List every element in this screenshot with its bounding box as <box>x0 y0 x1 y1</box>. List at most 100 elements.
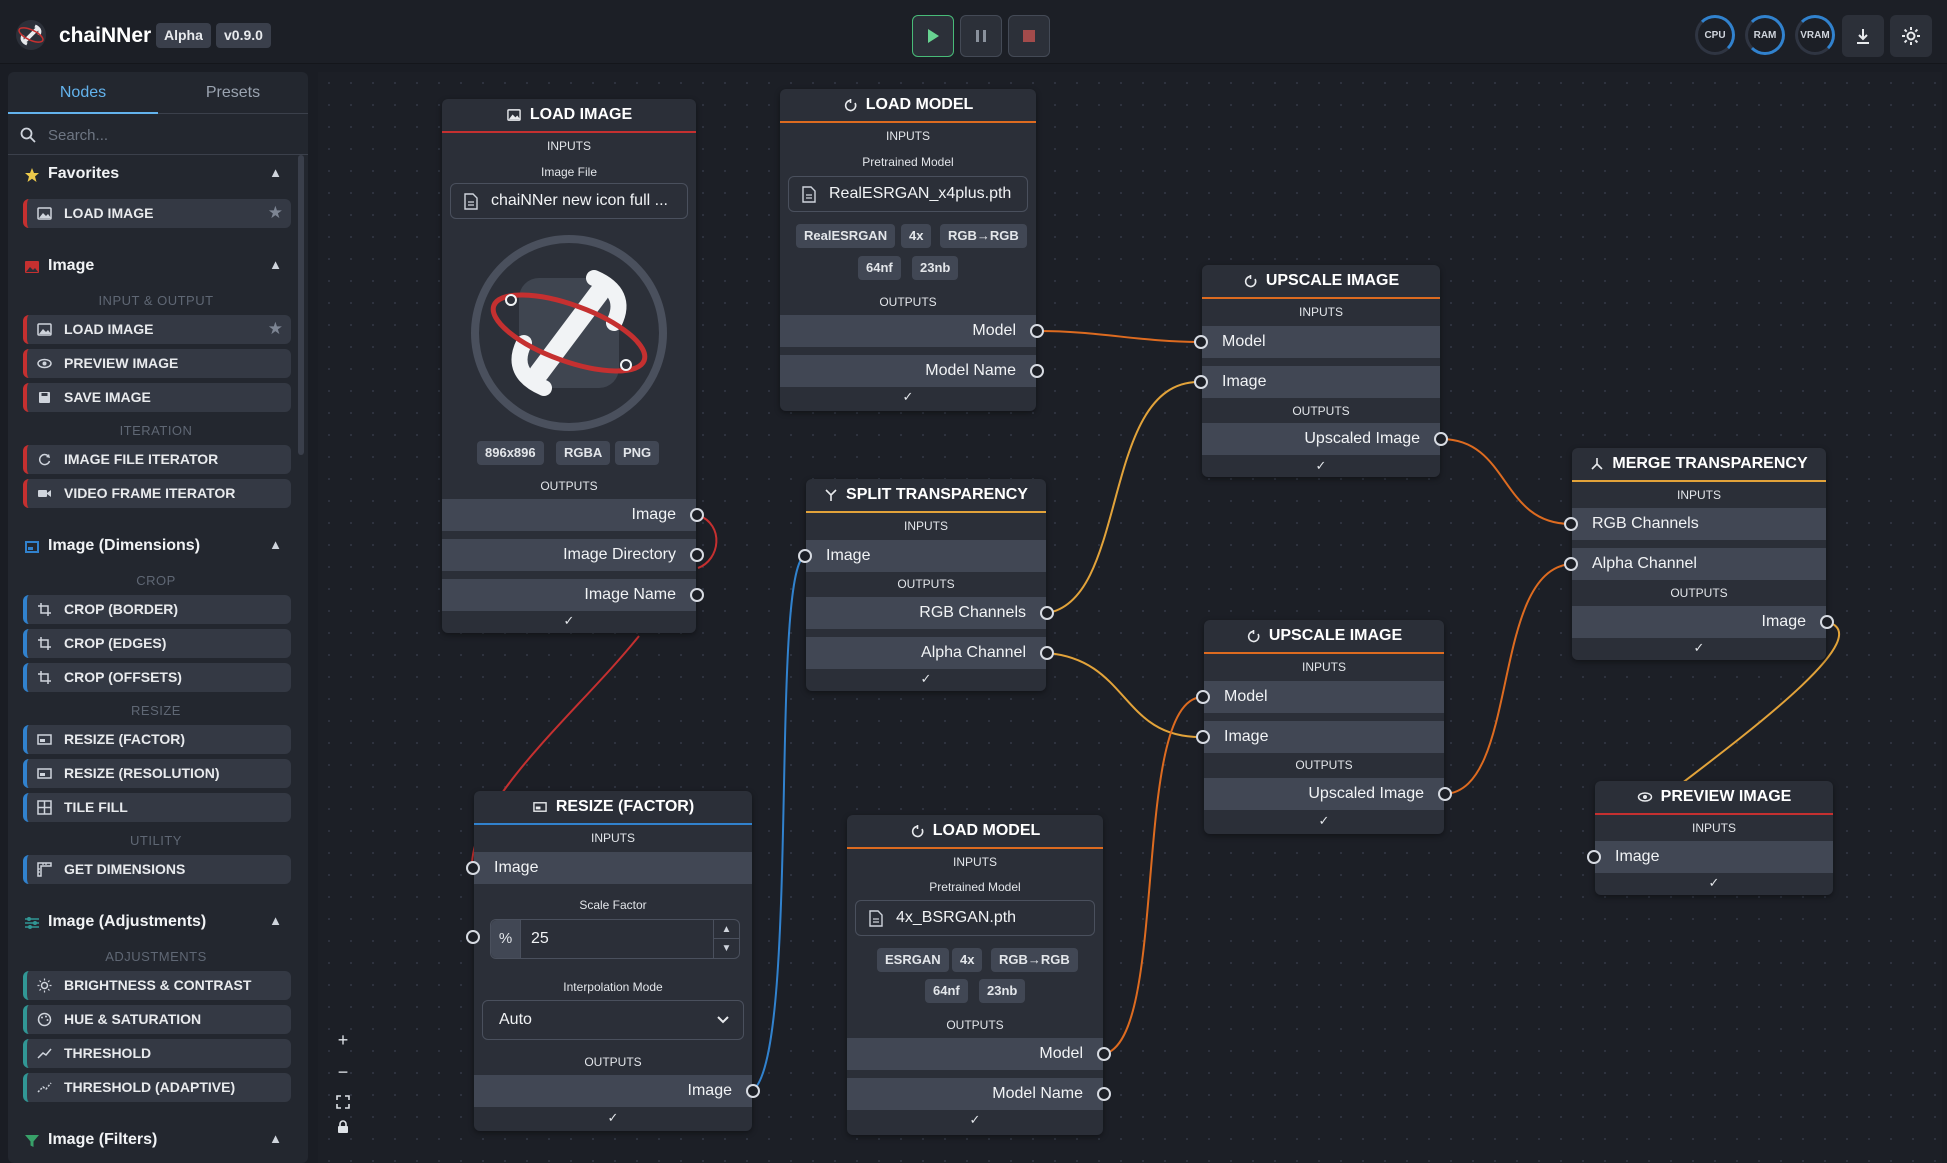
image-icon <box>37 207 52 220</box>
pause-button[interactable] <box>960 15 1002 57</box>
outputs-label: OUTPUTS <box>1292 404 1350 418</box>
zoom-out-icon[interactable]: − <box>338 1062 349 1083</box>
star-icon[interactable]: ★ <box>268 319 283 339</box>
sidebar-item-image-file-iterator[interactable]: IMAGE FILE ITERATOR <box>23 445 291 474</box>
input-port-model[interactable] <box>1196 690 1210 704</box>
sidebar-item-crop-edges[interactable]: CROP (EDGES) <box>23 629 291 658</box>
output-port-image-directory[interactable] <box>690 548 704 562</box>
chevron-up-icon: ▲ <box>269 913 282 928</box>
output-port-image[interactable] <box>746 1084 760 1098</box>
sidebar-item-tile-fill[interactable]: TILE FILL <box>23 793 291 822</box>
input-port-alpha-channel[interactable] <box>1564 557 1578 571</box>
output-port-model[interactable] <box>1030 324 1044 338</box>
check-icon: ✓ <box>1318 813 1330 828</box>
node-header[interactable]: LOAD MODEL <box>780 89 1036 123</box>
settings-button[interactable] <box>1890 15 1932 57</box>
output-upscaled-row: Upscaled Image <box>1204 778 1444 810</box>
model-file-input[interactable]: RealESRGAN_x4plus.pth <box>788 176 1028 212</box>
sidebar-item-threshold[interactable]: THRESHOLD <box>23 1039 291 1068</box>
interpolation-mode-select[interactable]: Auto <box>482 1000 744 1040</box>
input-port-rgb-channels[interactable] <box>1564 517 1578 531</box>
input-port-image[interactable] <box>1196 730 1210 744</box>
sidebar-item-preview-image[interactable]: PREVIEW IMAGE <box>23 349 291 378</box>
sidebar-item-get-dimensions[interactable]: GET DIMENSIONS <box>23 855 291 884</box>
output-port-upscaled-image[interactable] <box>1438 787 1452 801</box>
node-header[interactable]: LOAD MODEL <box>847 815 1103 849</box>
node-header[interactable]: UPSCALE IMAGE <box>1202 265 1440 299</box>
node-preview-image[interactable]: PREVIEW IMAGE INPUTS Image ✓ <box>1587 781 1833 895</box>
input-label: Image <box>1224 728 1269 745</box>
node-load-image[interactable]: LOAD IMAGE INPUTS Image File chaiNNer ne… <box>442 99 704 633</box>
zoom-in-icon[interactable]: + <box>338 1030 349 1051</box>
sidebar-scrollbar[interactable] <box>298 155 304 455</box>
output-port-image[interactable] <box>690 508 704 522</box>
node-load-model-bsrgan[interactable]: LOAD MODEL INPUTS Pretrained Model 4x_BS… <box>847 815 1111 1135</box>
node-upscale-image-2[interactable]: UPSCALE IMAGE INPUTS Model Image OUTPUTS… <box>1196 620 1452 834</box>
node-header[interactable]: MERGE TRANSPARENCY <box>1572 448 1826 482</box>
run-button[interactable] <box>912 15 954 57</box>
tab-presets[interactable]: Presets <box>158 72 308 114</box>
input-port-image[interactable] <box>466 861 480 875</box>
output-port-model[interactable] <box>1097 1047 1111 1061</box>
sidebar-item-load-image[interactable]: LOAD IMAGE ★ <box>23 315 291 344</box>
image-file-label: Image File <box>540 165 598 179</box>
increment-icon[interactable]: ▲ <box>714 920 739 939</box>
output-port-model-name[interactable] <box>1030 364 1044 378</box>
vram-meter: VRAM <box>1795 15 1835 55</box>
category-image-adjustments[interactable]: Image (Adjustments) ▲ <box>8 903 304 943</box>
sidebar-item-video-frame-iterator[interactable]: VIDEO FRAME ITERATOR <box>23 479 291 508</box>
model-file-input[interactable]: 4x_BSRGAN.pth <box>855 900 1095 936</box>
output-port-rgb-channels[interactable] <box>1040 606 1054 620</box>
node-header[interactable]: SPLIT TRANSPARENCY <box>806 479 1046 513</box>
input-label: Image <box>826 547 871 564</box>
star-icon[interactable]: ★ <box>268 203 283 223</box>
node-resize-factor[interactable]: RESIZE (FACTOR) INPUTS Image Scale Facto… <box>466 791 760 1131</box>
category-favorites[interactable]: Favorites ▲ <box>8 155 304 195</box>
output-port-image-name[interactable] <box>690 588 704 602</box>
stop-button[interactable] <box>1008 15 1050 57</box>
category-image-dimensions[interactable]: Image (Dimensions) ▲ <box>8 527 304 567</box>
node-split-transparency[interactable]: SPLIT TRANSPARENCY INPUTS Image OUTPUTS … <box>798 479 1054 691</box>
input-port-model[interactable] <box>1194 335 1208 349</box>
output-port-model-name[interactable] <box>1097 1087 1111 1101</box>
node-upscale-image-1[interactable]: UPSCALE IMAGE INPUTS Model Image OUTPUTS… <box>1194 265 1448 477</box>
node-load-model-realesrgan[interactable]: LOAD MODEL INPUTS Pretrained Model RealE… <box>780 89 1044 411</box>
input-port-image[interactable] <box>798 549 812 563</box>
fit-view-icon[interactable] <box>336 1094 350 1109</box>
sidebar-item-save-image[interactable]: SAVE IMAGE <box>23 383 291 412</box>
sidebar-item-fav-load-image[interactable]: LOAD IMAGE ★ <box>23 199 291 228</box>
scale-factor-stepper[interactable]: % 25 ▲ ▼ <box>490 919 740 959</box>
input-port-scale-factor[interactable] <box>466 930 480 944</box>
download-button[interactable] <box>1842 15 1884 57</box>
sidebar-item-threshold-adaptive[interactable]: THRESHOLD (ADAPTIVE) <box>23 1073 291 1102</box>
sidebar-item-resize-factor[interactable]: RESIZE (FACTOR) <box>23 725 291 754</box>
file-icon <box>802 186 816 203</box>
category-image-filters[interactable]: Image (Filters) ▲ <box>8 1121 304 1161</box>
node-merge-transparency[interactable]: MERGE TRANSPARENCY INPUTS RGB Channels A… <box>1564 448 1834 660</box>
input-label: Image <box>1222 373 1267 390</box>
sidebar-item-resize-resolution[interactable]: RESIZE (RESOLUTION) <box>23 759 291 788</box>
sidebar-item-brightness-contrast[interactable]: BRIGHTNESS & CONTRAST <box>23 971 291 1000</box>
input-port-image[interactable] <box>1194 375 1208 389</box>
sidebar-item-crop-border[interactable]: CROP (BORDER) <box>23 595 291 624</box>
output-label: RGB Channels <box>919 604 1026 621</box>
output-port-upscaled-image[interactable] <box>1434 432 1448 446</box>
category-image[interactable]: Image ▲ <box>8 247 304 287</box>
sidebar-item-crop-offsets[interactable]: CROP (OFFSETS) <box>23 663 291 692</box>
node-header[interactable]: RESIZE (FACTOR) <box>474 791 752 825</box>
node-header[interactable]: PREVIEW IMAGE <box>1595 781 1833 815</box>
output-port-alpha-channel[interactable] <box>1040 646 1054 660</box>
node-header[interactable]: UPSCALE IMAGE <box>1204 620 1444 654</box>
image-file-input[interactable]: chaiNNer new icon full ... <box>450 183 688 219</box>
search-input[interactable] <box>48 123 288 147</box>
lock-icon[interactable] <box>337 1120 349 1134</box>
decrement-icon[interactable]: ▼ <box>714 939 739 958</box>
tab-nodes[interactable]: Nodes <box>8 72 158 114</box>
output-port-image[interactable] <box>1820 615 1834 629</box>
scale-factor-value[interactable]: 25 <box>531 930 549 948</box>
item-label: THRESHOLD <box>64 1045 152 1061</box>
node-header[interactable]: LOAD IMAGE <box>442 99 696 133</box>
input-port-image[interactable] <box>1587 850 1601 864</box>
chevron-up-icon: ▲ <box>269 257 282 272</box>
sidebar-item-hue-saturation[interactable]: HUE & SATURATION <box>23 1005 291 1034</box>
